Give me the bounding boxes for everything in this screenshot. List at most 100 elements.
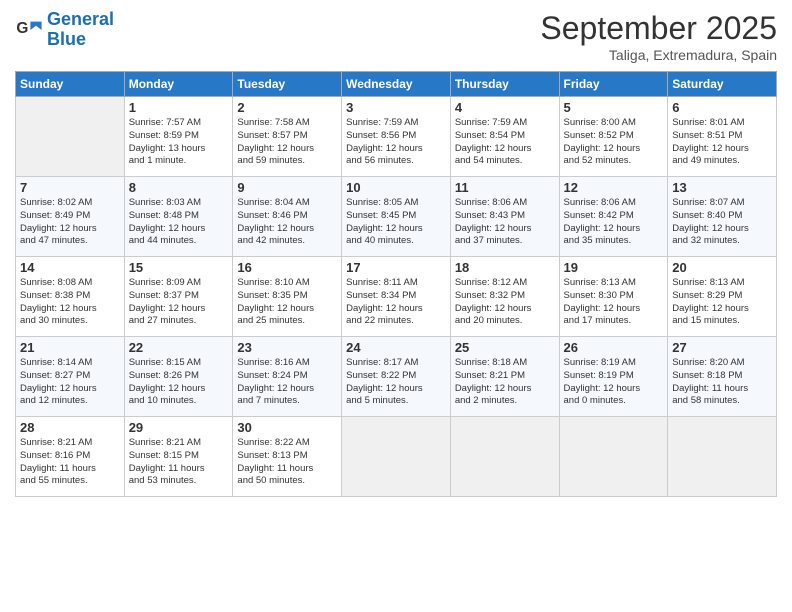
cell-info: Sunrise: 8:16 AM Sunset: 8:24 PM Dayligh…: [237, 357, 337, 408]
table-row: 17 Sunrise: 8:11 AM Sunset: 8:34 PM Dayli…: [342, 257, 451, 337]
day-number: 23: [237, 340, 337, 355]
svg-text:G: G: [16, 20, 28, 37]
table-row: 21Sunrise: 8:14 AM Sunset: 8:27 PM Dayli…: [16, 337, 125, 417]
day-number: 26: [564, 340, 664, 355]
table-row: 25 Sunrise: 8:18 AM Sunset: 8:21 PM Dayli…: [450, 337, 559, 417]
cell-info: Sunrise: 8:12 AM Sunset: 8:32 PM Dayligh…: [455, 277, 555, 328]
location-subtitle: Taliga, Extremadura, Spain: [540, 47, 777, 63]
day-number: 5: [564, 100, 664, 115]
cell-info: Sunrise: 7:59 AM Sunset: 8:54 PM Dayligh…: [455, 117, 555, 168]
col-tuesday: Tuesday: [233, 72, 342, 97]
day-number: 25: [455, 340, 555, 355]
week-row-2: 7 Sunrise: 8:02 AM Sunset: 8:49 PM Daylig…: [16, 177, 777, 257]
table-row: [342, 417, 451, 497]
col-monday: Monday: [124, 72, 233, 97]
day-number: 13: [672, 180, 772, 195]
day-number: 16: [237, 260, 337, 275]
logo-text: General Blue: [47, 10, 114, 50]
calendar-header-row: Sunday Monday Tuesday Wednesday Thursday…: [16, 72, 777, 97]
cell-info: Sunrise: 8:05 AM Sunset: 8:45 PM Dayligh…: [346, 197, 446, 248]
table-row: [668, 417, 777, 497]
table-row: 18 Sunrise: 8:12 AM Sunset: 8:32 PM Dayli…: [450, 257, 559, 337]
day-number: 28: [20, 420, 120, 435]
cell-info: Sunrise: 8:18 AM Sunset: 8:21 PM Dayligh…: [455, 357, 555, 408]
table-row: 16 Sunrise: 8:10 AM Sunset: 8:35 PM Dayli…: [233, 257, 342, 337]
day-number: 11: [455, 180, 555, 195]
title-area: September 2025 Taliga, Extremadura, Spai…: [540, 10, 777, 63]
day-number: 30: [237, 420, 337, 435]
logo-icon: G: [15, 16, 43, 44]
week-row-4: 21Sunrise: 8:14 AM Sunset: 8:27 PM Dayli…: [16, 337, 777, 417]
table-row: 24Sunrise: 8:17 AM Sunset: 8:22 PM Dayli…: [342, 337, 451, 417]
day-number: 3: [346, 100, 446, 115]
day-number: 1: [129, 100, 229, 115]
table-row: [450, 417, 559, 497]
table-row: 27Sunrise: 8:20 AM Sunset: 8:18 PM Dayli…: [668, 337, 777, 417]
cell-info: Sunrise: 7:59 AM Sunset: 8:56 PM Dayligh…: [346, 117, 446, 168]
week-row-5: 28 Sunrise: 8:21 AM Sunset: 8:16 PM Dayli…: [16, 417, 777, 497]
table-row: 2Sunrise: 7:58 AM Sunset: 8:57 PM Daylig…: [233, 97, 342, 177]
day-number: 18: [455, 260, 555, 275]
table-row: 20 Sunrise: 8:13 AM Sunset: 8:29 PM Dayli…: [668, 257, 777, 337]
cell-info: Sunrise: 8:06 AM Sunset: 8:43 PM Dayligh…: [455, 197, 555, 248]
day-number: 17: [346, 260, 446, 275]
table-row: 23 Sunrise: 8:16 AM Sunset: 8:24 PM Dayli…: [233, 337, 342, 417]
table-row: 11 Sunrise: 8:06 AM Sunset: 8:43 PM Dayli…: [450, 177, 559, 257]
day-number: 4: [455, 100, 555, 115]
cell-info: Sunrise: 8:13 AM Sunset: 8:29 PM Dayligh…: [672, 277, 772, 328]
cell-info: Sunrise: 8:04 AM Sunset: 8:46 PM Dayligh…: [237, 197, 337, 248]
day-number: 2: [237, 100, 337, 115]
col-sunday: Sunday: [16, 72, 125, 97]
col-wednesday: Wednesday: [342, 72, 451, 97]
cell-info: Sunrise: 8:00 AM Sunset: 8:52 PM Dayligh…: [564, 117, 664, 168]
cell-info: Sunrise: 8:21 AM Sunset: 8:16 PM Dayligh…: [20, 437, 120, 488]
day-number: 10: [346, 180, 446, 195]
table-row: 19Sunrise: 8:13 AM Sunset: 8:30 PM Dayli…: [559, 257, 668, 337]
table-row: 1 Sunrise: 7:57 AM Sunset: 8:59 PM Daylig…: [124, 97, 233, 177]
table-row: 30 Sunrise: 8:22 AM Sunset: 8:13 PM Dayli…: [233, 417, 342, 497]
table-row: 22 Sunrise: 8:15 AM Sunset: 8:26 PM Dayli…: [124, 337, 233, 417]
logo-blue: Blue: [47, 29, 86, 49]
table-row: 3 Sunrise: 7:59 AM Sunset: 8:56 PM Daylig…: [342, 97, 451, 177]
day-number: 20: [672, 260, 772, 275]
day-number: 24: [346, 340, 446, 355]
table-row: 6Sunrise: 8:01 AM Sunset: 8:51 PM Daylig…: [668, 97, 777, 177]
cell-info: Sunrise: 8:15 AM Sunset: 8:26 PM Dayligh…: [129, 357, 229, 408]
cell-info: Sunrise: 8:01 AM Sunset: 8:51 PM Dayligh…: [672, 117, 772, 168]
cell-info: Sunrise: 8:13 AM Sunset: 8:30 PM Dayligh…: [564, 277, 664, 328]
cell-info: Sunrise: 8:20 AM Sunset: 8:18 PM Dayligh…: [672, 357, 772, 408]
day-number: 22: [129, 340, 229, 355]
cell-info: Sunrise: 8:08 AM Sunset: 8:38 PM Dayligh…: [20, 277, 120, 328]
table-row: 13 Sunrise: 8:07 AM Sunset: 8:40 PM Dayli…: [668, 177, 777, 257]
day-number: 14: [20, 260, 120, 275]
day-number: 7: [20, 180, 120, 195]
calendar-table: Sunday Monday Tuesday Wednesday Thursday…: [15, 71, 777, 497]
day-number: 15: [129, 260, 229, 275]
cell-info: Sunrise: 8:22 AM Sunset: 8:13 PM Dayligh…: [237, 437, 337, 488]
cell-info: Sunrise: 8:19 AM Sunset: 8:19 PM Dayligh…: [564, 357, 664, 408]
day-number: 12: [564, 180, 664, 195]
logo-general: General: [47, 9, 114, 29]
cell-info: Sunrise: 8:10 AM Sunset: 8:35 PM Dayligh…: [237, 277, 337, 328]
table-row: 4 Sunrise: 7:59 AM Sunset: 8:54 PM Daylig…: [450, 97, 559, 177]
col-friday: Friday: [559, 72, 668, 97]
table-row: 15 Sunrise: 8:09 AM Sunset: 8:37 PM Dayli…: [124, 257, 233, 337]
table-row: [559, 417, 668, 497]
table-row: 26 Sunrise: 8:19 AM Sunset: 8:19 PM Dayli…: [559, 337, 668, 417]
day-number: 29: [129, 420, 229, 435]
day-number: 8: [129, 180, 229, 195]
cell-info: Sunrise: 8:07 AM Sunset: 8:40 PM Dayligh…: [672, 197, 772, 248]
week-row-1: 1 Sunrise: 7:57 AM Sunset: 8:59 PM Daylig…: [16, 97, 777, 177]
month-title: September 2025: [540, 10, 777, 47]
col-thursday: Thursday: [450, 72, 559, 97]
cell-info: Sunrise: 7:57 AM Sunset: 8:59 PM Dayligh…: [129, 117, 229, 168]
table-row: [16, 97, 125, 177]
cell-info: Sunrise: 8:03 AM Sunset: 8:48 PM Dayligh…: [129, 197, 229, 248]
cell-info: Sunrise: 8:02 AM Sunset: 8:49 PM Dayligh…: [20, 197, 120, 248]
table-row: 10 Sunrise: 8:05 AM Sunset: 8:45 PM Dayli…: [342, 177, 451, 257]
logo: G General Blue: [15, 10, 114, 50]
cell-info: Sunrise: 8:11 AM Sunset: 8:34 PM Dayligh…: [346, 277, 446, 328]
cell-info: Sunrise: 8:09 AM Sunset: 8:37 PM Dayligh…: [129, 277, 229, 328]
col-saturday: Saturday: [668, 72, 777, 97]
header: G General Blue September 2025 Taliga, Ex…: [15, 10, 777, 63]
